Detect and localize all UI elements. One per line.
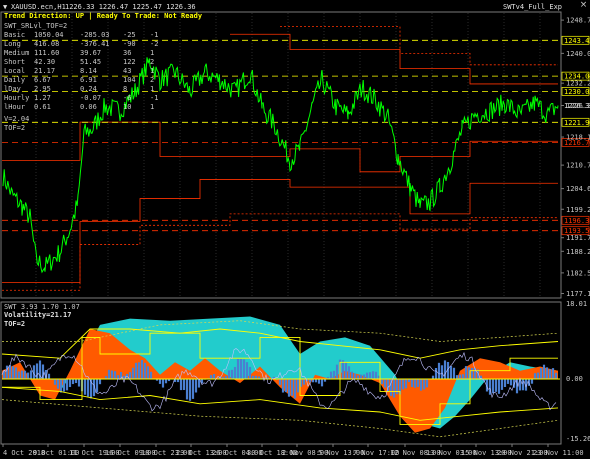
price-axis: 1248.70 1240.00 1232.20 1226.36 1218.10 1210.…: [561, 17, 590, 298]
time-label: 23 Nov 11:00: [533, 449, 584, 457]
stats-cell: Long: [4, 40, 21, 48]
stats-cell: 1: [150, 103, 154, 111]
stats-cell: 1: [150, 67, 154, 75]
level-label: 1243.42: [564, 37, 590, 45]
trend-status: Trend Direction: UP | Ready To Trade: No…: [4, 12, 203, 21]
level-label: 1221.96: [564, 119, 590, 127]
expert-name[interactable]: SWTv4_Full_Exp: [503, 3, 562, 11]
stats-cell: lHour: [4, 103, 25, 111]
stats-cell: -1: [150, 94, 158, 102]
level-label: 1196.31: [564, 217, 590, 225]
upper-channel-dotted: [280, 26, 558, 66]
chart-title-arrow: ▼: [3, 3, 8, 11]
price-label: 1199.20: [566, 206, 590, 214]
stats-cell: 21.17: [34, 67, 55, 75]
price-label: 1188.20: [566, 248, 590, 256]
stats-cell: Local: [4, 67, 25, 75]
sub-panel-labels: SWT 3.93 1.70 1.07 Volatility=21.17 TOF=…: [4, 303, 80, 328]
sub-axis-zero: 0.00: [566, 375, 583, 383]
stats-cell: 2: [150, 58, 154, 66]
price-label: 1191.75: [566, 234, 590, 242]
swt-label: SWT 3.93 1.70 1.07: [4, 303, 80, 311]
price-label: 1177.15: [566, 290, 590, 298]
stats-cell: Hourly: [4, 94, 29, 102]
price-label: 1240.00: [566, 50, 590, 58]
chart-canvas[interactable]: 1243.421234.041230.051221.961216.701196.…: [0, 0, 590, 459]
stats-cell: 36: [123, 49, 131, 57]
chart-header: ▼ XAUUSD.ecn,H1 1226.33 1226.47 1225.47 …: [3, 3, 562, 30]
stats-cell: 10: [123, 103, 131, 111]
stats-cell: -0.07: [80, 94, 101, 102]
stats-cell: 0.06: [80, 103, 97, 111]
indicator-label: SWT_SRLvl_TOF=2: [4, 22, 67, 30]
price-label: 1210.75: [566, 162, 590, 170]
stats-cell: -90: [123, 40, 136, 48]
stats-cell: Daily: [4, 76, 25, 84]
stats-cell: -6: [123, 94, 131, 102]
sub-axis-top: 18.01: [566, 300, 587, 308]
stats-cell: 1.27: [34, 94, 51, 102]
close-button[interactable]: ×: [579, 1, 588, 10]
price-label: 1204.60: [566, 185, 590, 193]
stats-cell: 1: [150, 85, 154, 93]
vertical-grid: [35, 13, 541, 297]
price-label: 1226.36: [566, 102, 590, 110]
stats-cell: 6.91: [80, 76, 97, 84]
chart-ohlc: 1226.33 1226.47 1225.47 1226.36: [65, 3, 196, 11]
outer-envelope-lower: [1, 399, 559, 438]
swt-oscillator: [1, 316, 560, 438]
price-label: 1182.55: [566, 269, 590, 277]
stats-table: Basic 1050.04 -285.03 -25 -1 Long 416.08 -376.4…: [4, 31, 158, 111]
stats-cell: 43: [123, 67, 131, 75]
stats-cell: -25: [123, 31, 136, 39]
stats-cell: lDay: [4, 85, 21, 93]
stats-cell: Short: [4, 58, 25, 66]
chart-title: XAUUSD.ecn,H1: [11, 3, 66, 11]
stats-cell: 1: [150, 49, 154, 57]
stats-cell: 2.95: [34, 85, 51, 93]
stats-cell: -285.03: [80, 31, 110, 39]
price-label: 1248.70: [566, 17, 590, 25]
stats-cell: 0.61: [34, 103, 51, 111]
stats-cell: 51.45: [80, 58, 101, 66]
time-axis: 4 Oct 20189 Oct 01:0011 Oct 19:0016 Oct …: [2, 444, 584, 457]
tof-label: TOF=2: [4, 320, 25, 328]
stats-cell: 6.67: [34, 76, 51, 84]
stats-cell: -2: [150, 40, 158, 48]
stats-cell: 416.08: [34, 40, 59, 48]
stats-cell: 0.24: [80, 85, 97, 93]
tof-value: TOF=2: [4, 124, 25, 132]
stats-cell: 1050.04: [34, 31, 64, 39]
stats-cell: 2: [150, 76, 154, 84]
stats-cell: 104: [123, 76, 136, 84]
stats-cell: 111.60: [34, 49, 59, 57]
price-label: 1232.20: [566, 80, 590, 88]
sub-axis: 18.01 0.00 -15.26: [566, 300, 590, 443]
stats-cell: 8: [123, 85, 127, 93]
stats-cell: Basic: [4, 31, 25, 39]
level-label: 1230.05: [564, 88, 590, 96]
v-value: V=2.04: [4, 115, 29, 123]
stats-cell: 42.30: [34, 58, 55, 66]
stats-cell: -376.41: [80, 40, 110, 48]
stats-cell: 39.67: [80, 49, 101, 57]
lower-channel-dotted: [2, 213, 558, 291]
stats-cell: 122: [123, 58, 136, 66]
sub-axis-bottom: -15.26: [566, 435, 590, 443]
stats-cell: 8.14: [80, 67, 97, 75]
stats-cell: -1: [150, 31, 158, 39]
volatility-label: Volatility=21.17: [4, 311, 71, 319]
stats-cell: Medium: [4, 49, 29, 57]
price-label: 1218.10: [566, 134, 590, 142]
